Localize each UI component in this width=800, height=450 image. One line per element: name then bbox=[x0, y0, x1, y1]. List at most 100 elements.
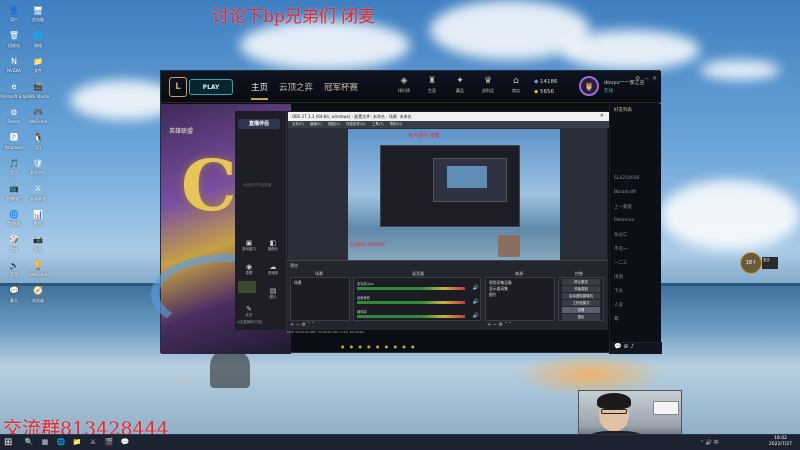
helper-btn-image[interactable]: ▤ 图片 bbox=[263, 287, 283, 300]
obs-status-bar: LIVE: 00:00:00 REC: 00:00:00 CPU: 1.3%, … bbox=[287, 330, 365, 334]
desktop-icon[interactable]: ⚙ Steam bbox=[2, 106, 26, 125]
desktop-icon-label: WeGame bbox=[28, 272, 48, 277]
friend-list-item[interactable]: 上一家族 bbox=[614, 204, 632, 210]
desktop-icon[interactable]: ⚔ 英雄联盟 bbox=[26, 183, 50, 202]
desktop-icon[interactable]: 📷 截图 bbox=[26, 234, 50, 253]
friend-list-item[interactable]: SL4254030 bbox=[614, 176, 639, 181]
tab-home[interactable]: 主页 bbox=[251, 81, 269, 100]
desktop-icon[interactable]: 📊 数据 bbox=[26, 208, 50, 227]
desktop-icon[interactable]: 🖥 此电脑 bbox=[26, 4, 50, 23]
desktop-icon[interactable]: 🛡 安全中心 bbox=[26, 157, 50, 176]
source-tools[interactable]: + − ⚙ ˄ ˅ bbox=[487, 322, 511, 328]
desktop-icon[interactable]: 🏆 WeGame bbox=[26, 259, 50, 278]
desktop-icon[interactable]: 🌐 网络 bbox=[26, 30, 50, 49]
preview-nested-client bbox=[380, 145, 520, 227]
helper-btn-text[interactable]: ✎ 文字 bbox=[239, 305, 259, 318]
task-view-icon[interactable]: ▦ bbox=[38, 438, 52, 448]
speaker-icon[interactable]: 🔊 bbox=[473, 299, 479, 305]
file-explorer-icon[interactable]: 📁 bbox=[70, 438, 84, 448]
desktop-icon-label: 回收站 bbox=[8, 42, 20, 48]
obs-close-icon[interactable]: ✕ bbox=[600, 113, 604, 119]
ranking-button[interactable]: ◈ 排行榜 bbox=[389, 76, 419, 94]
taskbar-clock[interactable]: 18:02 2022/7/27 bbox=[769, 436, 792, 448]
scene-tools[interactable]: + − ⚙ ˄ ˅ bbox=[290, 322, 314, 328]
close-icon[interactable]: ✕ bbox=[652, 75, 657, 82]
friend-list-item[interactable]: 一二三 bbox=[614, 260, 628, 266]
helper-btn-camera[interactable]: ◧ 摄像头 bbox=[263, 239, 283, 252]
source-item[interactable]: 图片 bbox=[489, 292, 497, 298]
minimize-icon[interactable]: − bbox=[644, 75, 649, 82]
search-icon[interactable]: 🔍 bbox=[22, 438, 36, 448]
desktop-icon[interactable]: 👤 用户 bbox=[2, 4, 26, 23]
collection-button[interactable]: ✦ 藏品 bbox=[445, 76, 475, 94]
dock-preview-label: 预览 bbox=[290, 263, 298, 268]
helper-camera-thumb bbox=[238, 281, 256, 293]
obs-title: OBS 27.1.3 (64-bit, windows) - 配置文件: 未命名… bbox=[288, 112, 609, 121]
stream-overlay-title: 讨论下bp兄弟们 闭麦 bbox=[212, 7, 376, 27]
desktop-icon[interactable]: 🐧 QQ bbox=[26, 132, 50, 150]
friend-list-item[interactable]: Pokeman bbox=[614, 218, 635, 223]
obs-menubar[interactable]: 文件(F) 编辑(E) 视图(V) 停靠部件(D) 工具(T) 帮助(H) bbox=[288, 121, 609, 128]
desktop-app-icon: 🎲 bbox=[9, 235, 19, 244]
mixer-row-media[interactable]: 媒体源 🔊 bbox=[357, 310, 479, 320]
browser-icon[interactable]: 🌐 bbox=[54, 438, 68, 448]
tab-tft[interactable]: 云顶之弈 bbox=[279, 81, 313, 93]
desktop-icon[interactable]: 🎮 WeGame bbox=[26, 106, 50, 125]
friend-list-item[interactable]: 幂 bbox=[614, 316, 619, 322]
desktop-app-icon: 🖥 bbox=[32, 5, 44, 15]
studio-mode-button[interactable]: 工作室模式 bbox=[562, 300, 600, 306]
avatar[interactable]: 🦉 bbox=[579, 76, 599, 96]
cloud bbox=[700, 60, 780, 80]
floating-badge[interactable]: 18↑ bbox=[740, 252, 762, 274]
mixer-row-mic[interactable]: 麦克风/Aux 🔊 bbox=[357, 282, 479, 292]
loot-button[interactable]: ♛ 战利品 bbox=[473, 76, 503, 94]
user-status: 在线 bbox=[604, 89, 613, 94]
desktop-icon[interactable]: e Microsoft Edge bbox=[0, 81, 29, 99]
desktop-icon[interactable]: 📁 文件 bbox=[26, 55, 50, 74]
text-icon: ✎ bbox=[246, 305, 252, 313]
desktop-icon[interactable]: 🎬 OBS Studio bbox=[26, 81, 50, 99]
desktop-icon[interactable]: 🎲 游戏 bbox=[2, 234, 26, 253]
desktop-icon[interactable]: 🎵 音乐 bbox=[2, 157, 26, 176]
league-taskbar-icon[interactable]: ⚔ bbox=[86, 438, 100, 448]
stop-streaming-button[interactable]: 停止推流 bbox=[562, 279, 600, 285]
obs-taskbar-icon[interactable]: 🎬 bbox=[102, 438, 116, 448]
banner-carousel-dots[interactable]: ● ● ● ● ● ● ● ● ● bbox=[341, 344, 417, 349]
speaker-icon[interactable]: 🔊 bbox=[473, 285, 479, 291]
helper-btn-screen[interactable]: ◉ 录屏 bbox=[239, 263, 259, 276]
desktop-icon[interactable]: 📺 直播伴侣 bbox=[2, 183, 26, 202]
friend-list-item[interactable]: Bbradcdff bbox=[614, 190, 636, 195]
helper-btn-game-window[interactable]: ▣ 游戏窗口 bbox=[239, 239, 259, 252]
speaker-icon[interactable]: 🔊 bbox=[473, 313, 479, 319]
desktop-icon[interactable]: 🗑 回收站 bbox=[2, 30, 26, 49]
profile-button[interactable]: ♜ 生涯 bbox=[417, 76, 447, 94]
scene-item[interactable]: 场景 bbox=[294, 280, 302, 286]
friend-list-item[interactable]: 人说 bbox=[614, 302, 623, 308]
tab-clash[interactable]: 冠军杯赛 bbox=[324, 81, 358, 93]
helper-btn-media[interactable]: ☁ 多媒体 bbox=[263, 263, 283, 276]
desktop-icon[interactable]: 🌀 加速器 bbox=[2, 208, 26, 227]
virtual-camera-button[interactable]: 启动虚拟摄像机 bbox=[562, 293, 600, 299]
system-tray[interactable]: ⌃ 🔊 中 bbox=[700, 439, 719, 446]
desktop-icon[interactable]: 🔊 声音 bbox=[2, 259, 26, 278]
settings-button[interactable]: 设置 bbox=[562, 307, 600, 313]
desktop-icon-label: 音乐 bbox=[10, 170, 18, 175]
mixer-row-desktop[interactable]: 桌面音频 🔊 bbox=[357, 296, 479, 306]
desktop-icon[interactable]: N NVIDIA bbox=[2, 55, 26, 74]
friends-footer[interactable]: 💬 ⊕ ♪ bbox=[610, 342, 662, 354]
desktop-app-icon: 📺 bbox=[9, 184, 19, 193]
chat-taskbar-icon[interactable]: 💬 bbox=[118, 438, 132, 448]
friend-list-item[interactable]: 下丸 bbox=[614, 288, 623, 294]
desktop-icon[interactable]: 💬 聊天 bbox=[2, 285, 26, 304]
friend-list-item[interactable]: 汤溺 bbox=[614, 274, 623, 280]
exit-button[interactable]: 退出 bbox=[562, 314, 600, 320]
start-recording-button[interactable]: 开始录制 bbox=[562, 286, 600, 292]
start-button-icon[interactable]: ⊞ bbox=[4, 437, 12, 448]
settings-icon[interactable]: ⚙ bbox=[635, 75, 640, 82]
desktop-icon[interactable]: 🅿 Potplayer bbox=[2, 132, 26, 150]
store-button[interactable]: ⌂ 商店 bbox=[501, 76, 531, 94]
friend-list-item[interactable]: 杀必仁 bbox=[614, 232, 628, 238]
desktop-icon[interactable]: 🧭 浏览器 bbox=[26, 285, 50, 304]
play-button[interactable]: PLAY bbox=[189, 79, 233, 95]
friend-list-item[interactable]: 不见一 bbox=[614, 246, 628, 252]
